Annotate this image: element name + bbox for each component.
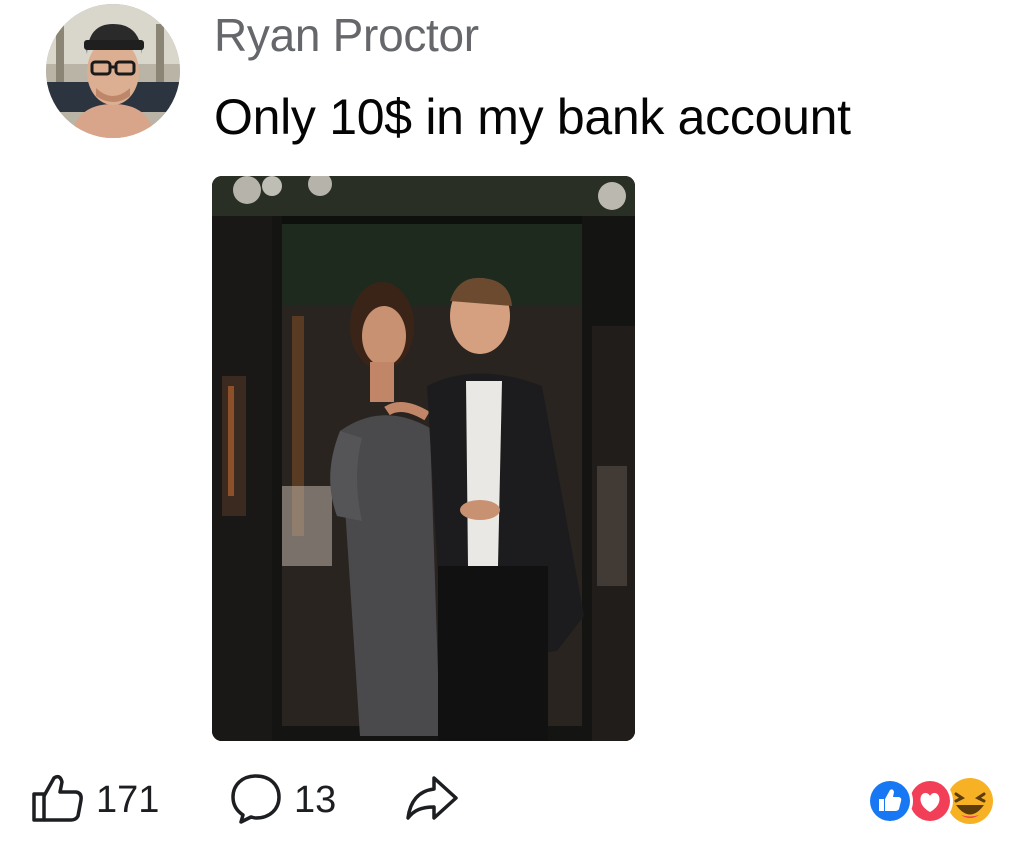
- like-reaction-icon: [867, 778, 913, 824]
- author-avatar[interactable]: [46, 4, 180, 138]
- post-photo[interactable]: [212, 176, 635, 741]
- author-name[interactable]: Ryan Proctor: [214, 8, 479, 62]
- share-button[interactable]: [404, 770, 460, 830]
- comment-count: 13: [294, 778, 337, 821]
- share-arrow-icon: [404, 772, 460, 829]
- haha-reaction-icon: [947, 778, 993, 824]
- post-text: Only 10$ in my bank account: [214, 89, 851, 145]
- love-reaction-icon: [907, 778, 953, 824]
- speech-bubble-icon: [228, 772, 284, 829]
- thumbs-up-icon: [30, 772, 86, 829]
- reactions-summary[interactable]: [864, 774, 996, 828]
- like-count: 171: [96, 778, 160, 821]
- like-button[interactable]: 171: [30, 770, 159, 830]
- comment-button[interactable]: 13: [228, 770, 336, 830]
